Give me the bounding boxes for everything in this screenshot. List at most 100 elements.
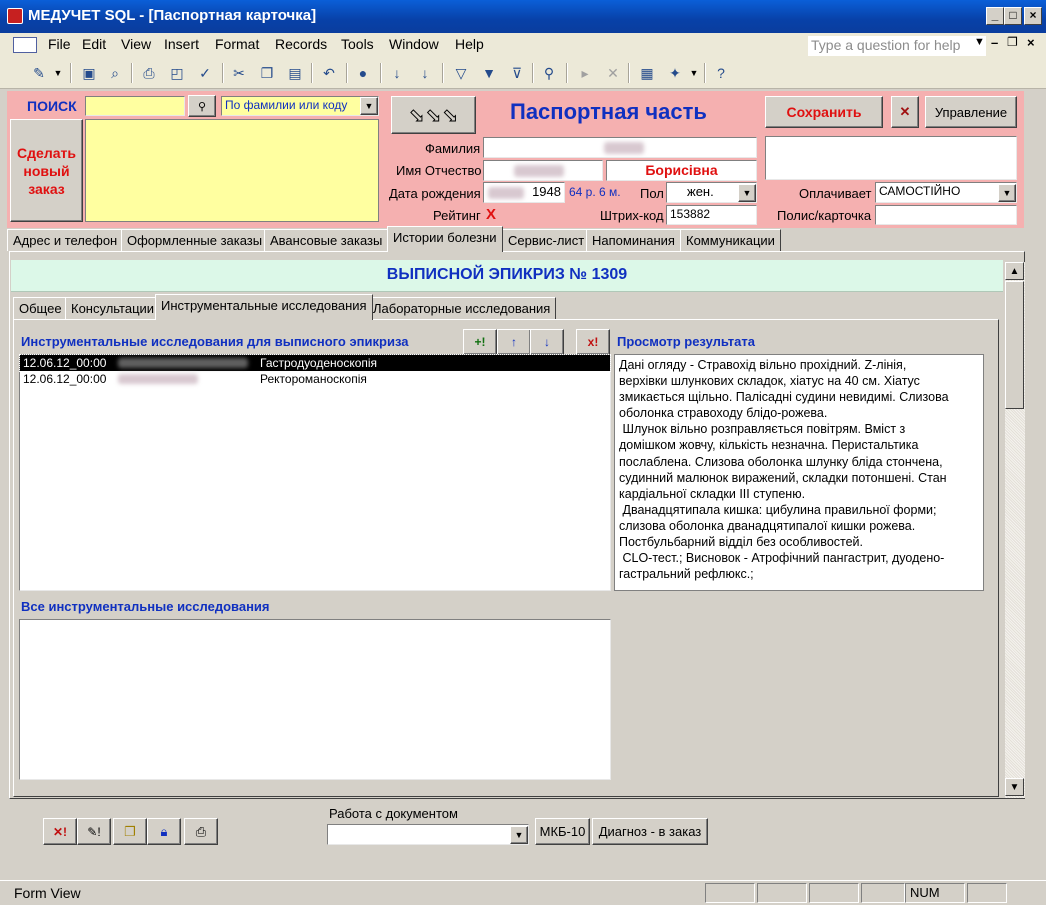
tab-communications[interactable]: Коммуникации [680,229,781,251]
subtab-laboratory[interactable]: Лабораторные исследования [367,297,557,319]
menu-edit[interactable]: Edit [82,36,106,52]
list-item[interactable]: 12.06.12_00:00 Гастродуоденоскопія [19,354,611,372]
help-icon[interactable]: ? [710,62,732,84]
database-window-icon[interactable]: ▦ [636,62,658,84]
spelling-icon[interactable]: ✓ [194,62,216,84]
title-bar: МЕДУЧЕТ SQL - [Паспортная карточка] _ □ … [0,0,1046,33]
subtab-consultations[interactable]: Консультации [65,297,161,319]
patronymic-field[interactable]: Борисівна [606,160,757,181]
tab-service-list[interactable]: Сервис-лист [502,229,591,251]
vertical-scrollbar[interactable]: ▲ ▼ [1005,262,1025,798]
copy-icon[interactable]: ❐ [256,62,278,84]
subtab-instrumental[interactable]: Инструментальные исследования [155,294,373,320]
menu-records[interactable]: Records [275,36,327,52]
subtab-general[interactable]: Общее [13,297,68,319]
help-dropdown-icon[interactable]: ▼ [974,36,985,48]
print-icon[interactable]: ⎙ [138,62,160,84]
find-icon[interactable]: ⚲ [538,62,560,84]
doc-minimize-icon[interactable]: – [991,35,998,50]
navigation-arrows-button[interactable]: ⬂⬂⬂ [391,96,476,134]
doc-restore-icon[interactable]: ❐ [1007,35,1018,49]
scroll-thumb[interactable] [1005,281,1024,409]
toolbar-separator [442,63,444,83]
move-up-icon[interactable]: ↑ [497,329,531,355]
tab-advance-orders[interactable]: Авансовые заказы [264,229,389,251]
policy-field[interactable] [875,205,1017,225]
menu-window[interactable]: Window [389,36,439,52]
mkb10-button[interactable]: МКБ-10 [535,818,590,845]
new-object-icon[interactable]: ✦ [664,62,686,84]
list-item[interactable]: 12.06.12_00:00 Ректороманоскопія [20,371,610,387]
print-document-icon[interactable]: ⎙ [184,818,218,845]
search-input[interactable] [85,96,185,116]
list-item-date: 12.06.12_00:00 [23,372,107,386]
print-preview-icon[interactable]: ◰ [166,62,188,84]
binoculars-icon[interactable]: ⚲ [188,95,216,117]
undo-icon[interactable]: ↶ [318,62,340,84]
file-search-icon[interactable]: ⌕ [104,62,126,84]
new-record-icon[interactable]: ▸ [574,62,596,84]
tab-medical-history[interactable]: Истории болезни [387,226,503,252]
maximize-button[interactable]: □ [1004,7,1022,25]
save-icon[interactable]: ▣ [78,62,100,84]
payer-dropdown-icon[interactable]: ▼ [998,184,1016,202]
cut-icon[interactable]: ✂ [228,62,250,84]
add-study-button[interactable]: +! [463,329,497,355]
delete-all-icon[interactable]: ✕! [43,818,77,845]
dob-field[interactable]: 1948 [483,182,565,203]
remove-study-button[interactable]: x! [576,329,610,355]
notes-field[interactable] [765,136,1017,180]
menu-view[interactable]: View [121,36,151,52]
save-button[interactable]: Сохранить [765,96,883,128]
status-segment [967,883,1007,903]
menu-insert[interactable]: Insert [164,36,199,52]
scroll-up-icon[interactable]: ▲ [1005,262,1024,280]
diagnosis-to-order-button[interactable]: Диагноз - в заказ [592,818,708,845]
lock-icon[interactable]: 🔒︎ [147,818,181,845]
tab-orders[interactable]: Оформленные заказы [121,229,269,251]
help-search-input[interactable]: Type a question for help [808,36,986,56]
design-view-icon[interactable]: ✎ [28,62,50,84]
document-select[interactable] [327,824,529,845]
menu-tools[interactable]: Tools [341,36,374,52]
apply-filter-icon[interactable]: ⊽ [506,62,528,84]
sex-dropdown-icon[interactable]: ▼ [738,184,756,202]
menu-help[interactable]: Help [455,36,484,52]
all-studies-list[interactable] [19,619,611,780]
tab-reminders[interactable]: Напоминания [586,229,681,251]
delete-patient-icon[interactable]: ✕ [891,96,919,128]
scroll-down-icon[interactable]: ▼ [1005,778,1024,796]
menu-format[interactable]: Format [215,36,259,52]
search-mode-select[interactable]: По фамилии или коду [221,96,379,116]
paste-icon[interactable]: ▤ [284,62,306,84]
manage-button[interactable]: Управление [925,96,1017,128]
doc-close-icon[interactable]: × [1027,35,1035,50]
document-dropdown-icon[interactable]: ▼ [510,826,528,844]
instrumental-list[interactable]: 12.06.12_00:00 Гастродуоденоскопія 12.06… [19,354,611,591]
sort-ascending-icon[interactable]: ↓ [386,62,408,84]
copy-windows-icon[interactable]: ❐ [113,818,147,845]
search-mode-dropdown-icon[interactable]: ▼ [360,97,378,115]
menu-file[interactable]: File [48,36,71,52]
tab-address[interactable]: Адрес и телефон [7,229,124,251]
minimize-button[interactable]: _ [986,7,1004,25]
close-button[interactable]: × [1024,7,1042,25]
filter-by-form-icon[interactable]: ▼ [478,62,500,84]
barcode-field[interactable]: 153882 [666,205,757,225]
filter-by-selection-icon[interactable]: ▽ [450,62,472,84]
surname-field[interactable] [483,137,757,158]
dob-year: 1948 [532,184,561,199]
edit-icon[interactable]: ✎! [77,818,111,845]
first-name-field[interactable] [483,160,603,181]
result-text[interactable]: Дані огляду - Стравохід вільно прохідний… [614,354,984,591]
view-dropdown-icon[interactable]: ▼ [52,62,64,84]
payer-select[interactable]: САМОСТІЙНО [875,182,1017,203]
toolbar: ✎ ▼ ▣ ⌕ ⎙ ◰ ✓ ✂ ❐ ▤ ↶ ● ↓ ↓ ▽ ▼ ⊽ ⚲ ▸ ✕ … [0,57,1046,89]
search-results-area[interactable] [85,119,379,222]
new-order-button[interactable]: Сделать новый заказ [10,119,83,222]
new-object-dropdown-icon[interactable]: ▼ [688,62,700,84]
insert-hyperlink-icon[interactable]: ● [352,62,374,84]
move-down-icon[interactable]: ↓ [530,329,564,355]
delete-record-icon[interactable]: ✕ [602,62,624,84]
sort-descending-icon[interactable]: ↓ [414,62,436,84]
